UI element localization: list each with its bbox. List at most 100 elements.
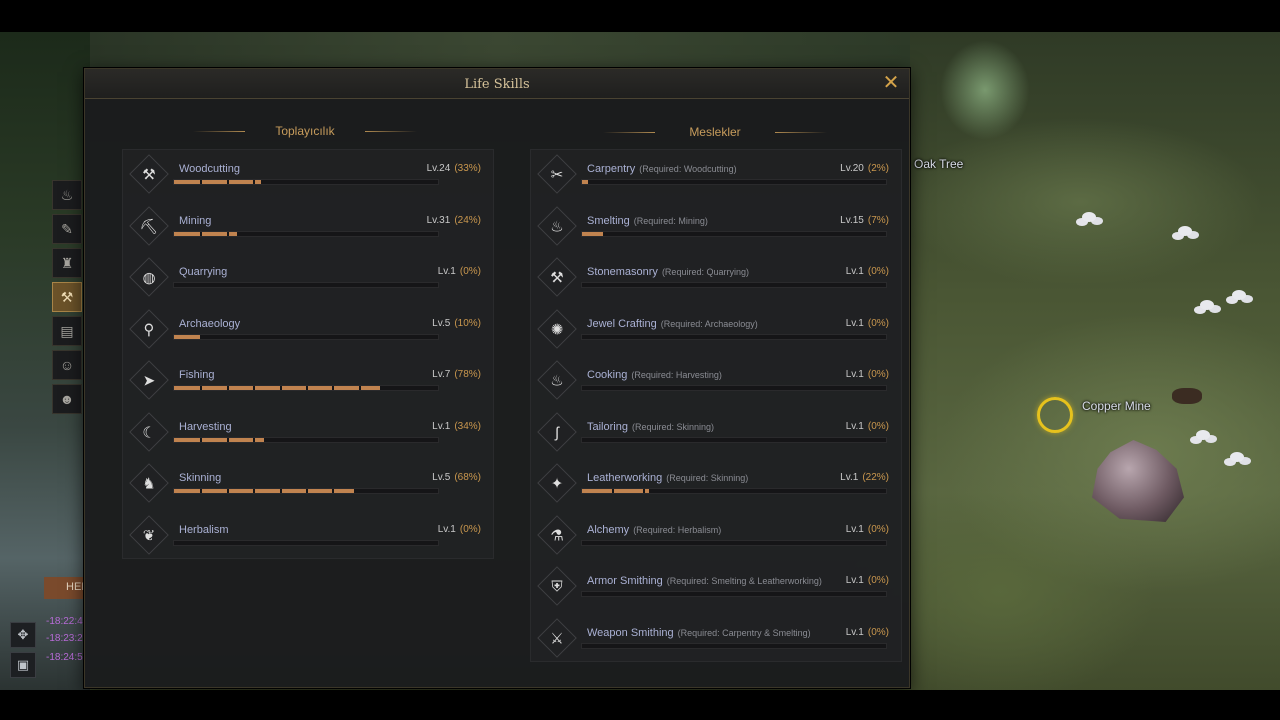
window-header[interactable]: Life Skills ✕ [85,69,909,99]
flower [1178,226,1192,236]
skill-row[interactable]: ⚔ Weapon Smithing (Required: Carpentry & S… [531,614,901,666]
skill-requirement: (Required: Archaeology) [660,318,758,329]
skill-name: Harvesting [179,421,232,433]
skill-percent: (0%) [867,369,889,380]
skill-row[interactable]: ◍ Quarrying Lv.1 (0%) [123,253,493,305]
life-skills-icon[interactable]: ⚒ [52,282,82,312]
progress-segment-divider [280,489,282,493]
progress-segment-divider [673,489,675,493]
progress-segment-divider [734,231,736,236]
progress-segment-divider [412,437,414,442]
skill-row[interactable]: ⚗ Alchemy (Required: Herbalism) Lv.1 (0%) [531,511,901,563]
skill-name: Carpentry (Required: Woodcutting) [587,163,737,175]
skill-level: Lv.1 (0%) [438,524,481,535]
progress-segment-divider [825,283,827,287]
progress-segment-divider [412,180,414,184]
skill-row[interactable]: ⚒ Woodcutting Lv.24 (33%) [123,150,493,202]
progress-segment-divider [612,437,614,442]
progress-segment-divider [280,386,282,390]
skill-row[interactable]: ✦ Leatherworking (Required: Skinning) Lv.1(… [531,459,901,511]
skill-level-value: Lv.31 [426,214,451,226]
progress-segment-divider [359,283,361,287]
progress-segment-divider [704,334,706,339]
skill-requirement: (Required: Carpentry & Smelting) [677,627,811,638]
skill-progress-bar [173,436,439,443]
progress-segment-divider [795,540,797,545]
skill-level-value: Lv.7 [432,369,451,380]
skill-row[interactable]: ♞ Skinning Lv.5 (68%) [123,459,493,511]
progress-segment-divider [856,592,858,596]
progress-segment-divider [795,180,797,184]
oak-tree[interactable] [940,40,1030,140]
skill-progress-bar [581,488,887,494]
progress-segment-divider [385,180,387,184]
progress-segment-divider [704,437,706,442]
book-icon[interactable]: ▤ [52,316,82,346]
progress-segment-divider [825,643,827,648]
skill-name-text: Woodcutting [179,163,240,175]
skill-row[interactable]: ✺ Jewel Crafting (Required: Archaeology) Lv… [531,305,901,357]
hud-tab[interactable]: HEI [44,577,86,599]
progress-segment-divider [612,231,614,236]
skill-level: Lv.7 (78%) [432,369,481,380]
lamp-icon[interactable]: ♜ [52,248,82,278]
skill-requirement: (Required: Skinning) [666,473,749,483]
progress-segment-divider [359,386,361,390]
progress-segment-divider [412,231,414,236]
skill-progress-bar [581,385,887,391]
skill-progress-fill [582,180,588,184]
progress-segment-divider [612,592,614,596]
progress-segment-divider [795,386,797,390]
skill-level: Lv.1 (34%) [432,421,481,432]
progress-segment-divider [385,540,387,545]
skill-percent: (0%) [867,523,889,535]
skill-level: Lv.1 (0%) [846,421,889,432]
skill-row[interactable]: ✂ Carpentry (Required: Woodcutting) Lv.20 (2… [531,150,901,202]
skill-row[interactable]: ⚲ Archaeology Lv.5 (10%) [123,305,493,357]
close-icon[interactable]: ✕ [881,73,901,94]
skill-row[interactable]: ʃ Tailoring (Required: Skinning) Lv.1 (0%) [531,408,901,460]
progress-segment-divider [200,180,202,184]
people-icon[interactable]: ☺ [52,350,82,380]
scroll-icon[interactable]: ✎ [52,214,82,244]
progress-segment-divider [253,386,255,390]
skill-row[interactable]: ⚒ Stonemasonry (Required: Quarrying) Lv.1 (0… [531,253,901,305]
progress-segment-divider [734,283,736,287]
progress-segment-divider [227,180,229,184]
skill-row[interactable]: ♨ Cooking (Required: Harvesting) Lv.1 (0%) [531,356,901,408]
progress-segment-divider [734,540,736,545]
skill-progress-fill [174,334,200,339]
progress-segment-divider [643,334,645,339]
progress-segment-divider [764,334,766,339]
progress-segment-divider [856,386,858,390]
progress-segment-divider [200,489,202,493]
move-icon[interactable]: ✥ [10,622,36,648]
skill-row[interactable]: ⛨ Armor Smithing (Required: Smelting & Lea… [531,562,901,614]
skill-name: Fishing [179,369,214,381]
skill-row[interactable]: ☾ Harvesting Lv.1 (34%) [123,408,493,460]
skill-percent: (0%) [459,266,481,277]
progress-segment-divider [734,592,736,596]
progress-segment-divider [764,592,766,596]
skill-row[interactable]: ⛏ Mining Lv.31 (24%) [123,202,493,254]
progress-segment-divider [795,334,797,339]
skill-level-value: Lv.1 [437,523,456,535]
skill-row[interactable]: ❦ Herbalism Lv.1 (0%) [123,511,493,563]
skill-name-text: Tailoring [587,420,628,433]
skill-name-text: Carpentry [587,163,636,175]
emote-icon[interactable]: ☻ [52,384,82,414]
saw-icon: ✂ [537,154,577,194]
progress-segment-divider [643,540,645,545]
skill-level: Lv.1 (22%) [840,472,889,483]
skill-name-text: Armor Smithing [587,575,663,587]
skill-row[interactable]: ♨ Smelting (Required: Mining) Lv.15 (7%) [531,202,901,254]
flower [1230,452,1244,462]
progress-segment-divider [359,334,361,339]
skill-level-value: Lv.24 [426,163,451,174]
skill-name-text: Leatherworking [587,472,663,484]
copper-mine-label[interactable]: Copper Mine [1082,399,1151,413]
progress-segment-divider [764,386,766,390]
pot-icon[interactable]: ♨ [52,180,82,210]
skill-row[interactable]: ➤ Fishing Lv.7 (78%) [123,356,493,408]
lock-icon[interactable]: ▣ [10,652,36,678]
